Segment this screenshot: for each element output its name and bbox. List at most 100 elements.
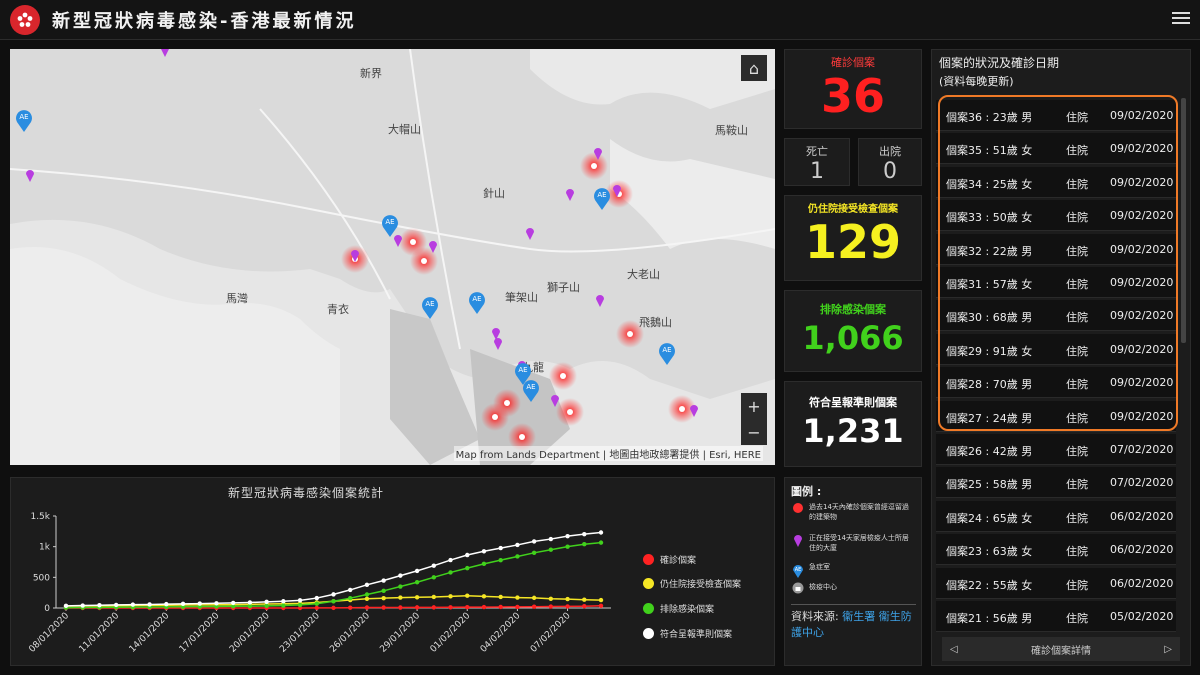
discharged-label: 出院 [879, 145, 901, 158]
quarantine-building-pin[interactable] [566, 189, 574, 201]
x-tick-label: 01/02/2020 [429, 611, 473, 655]
data-point [431, 575, 437, 580]
ae-pin-icon: AE [791, 562, 805, 578]
case-row[interactable]: 個案26 : 42歲 男 住院 07/02/2020 [936, 434, 1176, 465]
ae-pin[interactable]: AE [658, 343, 675, 365]
data-point [582, 542, 587, 547]
legend-reported: 符合呈報準則個案 [643, 627, 732, 640]
confirmed-card: 確診個案 36 [784, 49, 922, 129]
data-point [548, 604, 554, 609]
data-point [297, 598, 303, 603]
confirmed-building-marker[interactable] [481, 403, 509, 431]
ae-pin[interactable]: AE [523, 380, 539, 402]
ae-pin[interactable]: AE [382, 215, 398, 237]
y-tick-label: 0 [44, 604, 50, 614]
data-point [348, 595, 353, 601]
legend-confirmed: 確診個案 [643, 553, 696, 566]
quarantine-building-pin[interactable] [161, 49, 169, 57]
next-page-icon[interactable]: ▷ [1164, 644, 1172, 655]
ae-pin[interactable]: AE [422, 297, 438, 319]
data-point [381, 605, 386, 610]
excluded-card: 排除感染個案 1,066 [784, 290, 922, 372]
case-status: 住院 [1066, 578, 1088, 592]
prev-page-icon[interactable]: ◁ [950, 644, 958, 655]
data-point [113, 602, 119, 608]
quarantine-building-pin[interactable] [526, 228, 534, 240]
x-tick-label: 04/02/2020 [479, 611, 523, 655]
x-tick-label: 20/01/2020 [228, 611, 272, 655]
data-point [63, 603, 69, 609]
deaths-card: 死亡 1 [784, 138, 850, 186]
map-view[interactable]: 新界 大帽山 馬鞍山 針山 大老山 獅子山 筆架山 飛鵝山 馬灣 青衣 九龍 A… [10, 49, 775, 465]
deaths-value: 1 [810, 159, 824, 184]
x-tick-label: 14/01/2020 [128, 611, 172, 655]
ae-pin[interactable]: AE [15, 110, 33, 132]
data-point [414, 595, 420, 600]
case-row[interactable]: 個案22 : 55歲 女 住院 06/02/2020 [936, 567, 1176, 599]
confirmed-building-marker[interactable] [549, 362, 577, 390]
data-point [431, 563, 437, 568]
ae-pin[interactable]: AE [593, 188, 610, 210]
case-id: 個案24 : 65歲 女 [946, 511, 1033, 525]
x-tick-label: 17/01/2020 [178, 611, 222, 655]
svg-text:AE: AE [425, 300, 434, 308]
quarantine-building-pin[interactable] [26, 170, 34, 182]
data-point [498, 545, 503, 551]
x-tick-label: 07/02/2020 [529, 611, 573, 655]
hksar-logo-icon [10, 4, 40, 35]
deaths-label: 死亡 [806, 145, 828, 158]
data-point [448, 557, 453, 563]
data-point [164, 601, 169, 607]
case-row[interactable]: 個案25 : 58歲 男 住院 07/02/2020 [936, 467, 1176, 499]
x-tick-label: 08/01/2020 [27, 611, 71, 655]
scrollbar[interactable] [1181, 98, 1186, 343]
data-point [398, 605, 403, 610]
case-row[interactable]: 個案23 : 63歲 女 住院 06/02/2020 [936, 534, 1176, 566]
quarantine-building-pin[interactable] [596, 295, 604, 307]
data-point [364, 605, 370, 610]
quarantine-centre-icon [791, 582, 805, 594]
svg-text:AE: AE [19, 113, 28, 121]
svg-text:AE: AE [526, 383, 535, 391]
svg-text:AE: AE [518, 366, 527, 374]
data-point [331, 605, 336, 611]
confirmed-value: 36 [820, 69, 885, 123]
reported-label: 符合呈報準則個案 [809, 396, 897, 409]
data-point [531, 595, 537, 601]
home-icon[interactable]: ⌂ [741, 55, 767, 81]
data-point [414, 568, 420, 574]
case-date: 06/02/2020 [1110, 576, 1174, 590]
data-point [414, 605, 420, 610]
data-point [314, 605, 319, 611]
confirmed-building-marker[interactable] [580, 152, 608, 180]
y-tick-label: 500 [33, 573, 50, 583]
confirmed-building-marker[interactable] [616, 320, 644, 348]
case-status: 住院 [1066, 478, 1088, 492]
case-row[interactable]: 個案24 : 65歲 女 住院 06/02/2020 [936, 500, 1176, 532]
zoom-out-button[interactable]: − [741, 419, 767, 445]
discharged-card: 出院 0 [858, 138, 922, 186]
case-row[interactable]: 個案21 : 56歲 男 住院 05/02/2020 [936, 601, 1176, 632]
quarantine-building-pin[interactable] [494, 338, 502, 350]
data-point [264, 603, 269, 609]
data-point [598, 530, 604, 535]
data-point [481, 561, 487, 567]
hamburger-menu-icon[interactable] [1172, 9, 1190, 27]
data-point [381, 578, 386, 583]
pager-label: 確診個案詳情 [1031, 645, 1091, 657]
reported-value: 1,231 [802, 412, 904, 450]
data-point [598, 603, 604, 608]
case-id: 個案25 : 58歲 男 [946, 478, 1033, 492]
case-status: 住院 [1066, 612, 1088, 625]
case-status: 住院 [1066, 511, 1088, 525]
data-point [364, 592, 370, 597]
ae-pin[interactable]: AE [468, 292, 485, 314]
case-status: 住院 [1066, 545, 1088, 559]
data-point [565, 533, 570, 539]
legend-row: 正在接受14天家居檢疫人士所居住的大廈 [791, 533, 909, 553]
zoom-in-button[interactable]: + [741, 393, 767, 419]
data-point [214, 601, 219, 606]
data-point [548, 596, 554, 601]
data-point [565, 604, 570, 609]
confirmed-building-marker[interactable] [556, 398, 584, 426]
